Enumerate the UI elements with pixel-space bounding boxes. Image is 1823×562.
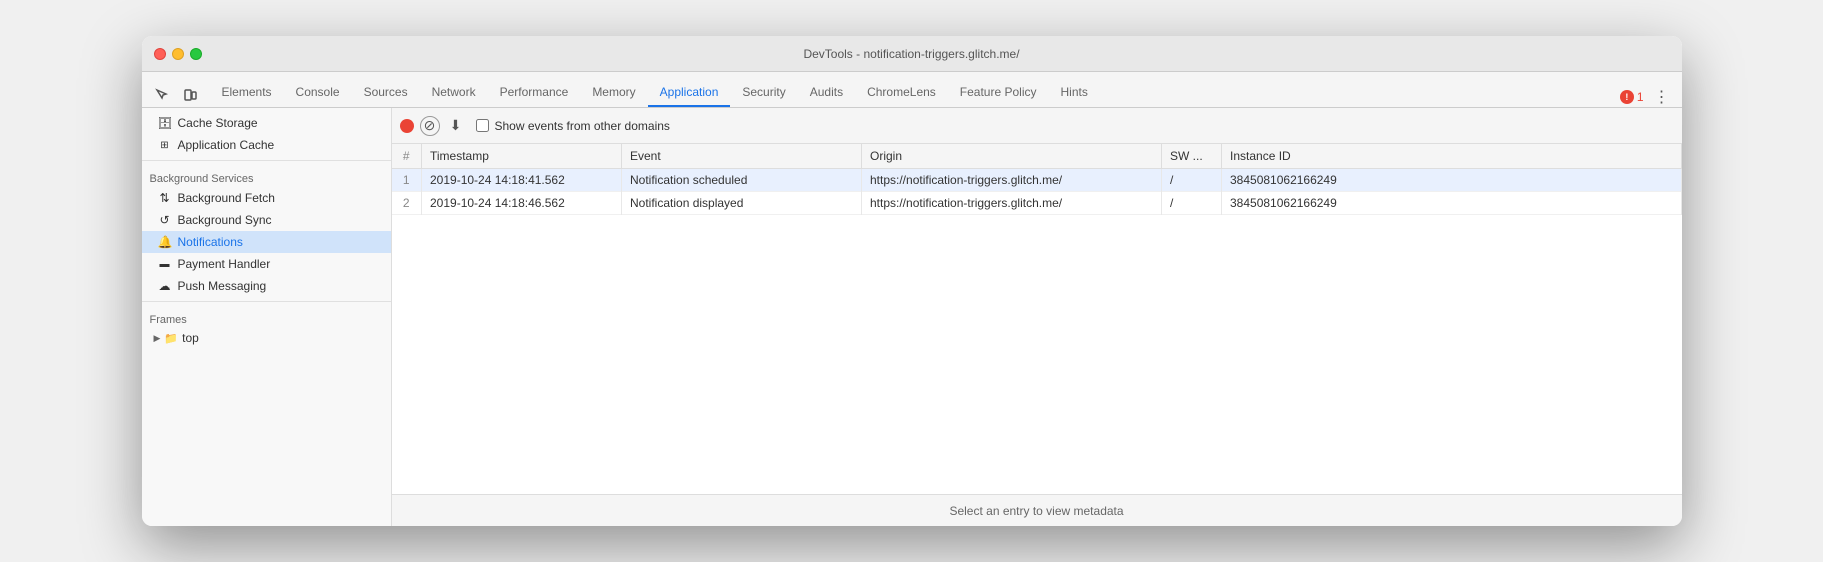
data-table: # Timestamp Event Origin SW ... Instance… <box>392 144 1682 215</box>
device-toolbar-icon[interactable] <box>178 83 202 107</box>
table-row[interactable]: 2 2019-10-24 14:18:46.562 Notification d… <box>392 192 1682 215</box>
cell-origin-2: https://notification-triggers.glitch.me/ <box>862 192 1162 215</box>
tab-audits[interactable]: Audits <box>798 79 855 107</box>
col-header-instance-id[interactable]: Instance ID <box>1222 144 1682 169</box>
devtools-window: DevTools - notification-triggers.glitch.… <box>142 36 1682 526</box>
divider-2 <box>142 301 391 302</box>
window-title: DevTools - notification-triggers.glitch.… <box>803 47 1019 61</box>
content-toolbar: ⊘ ⬇ Show events from other domains <box>392 108 1682 144</box>
frames-label: top <box>182 331 199 345</box>
cell-sw-2: / <box>1162 192 1222 215</box>
sidebar-label-background-fetch: Background Fetch <box>178 191 275 205</box>
titlebar: DevTools - notification-triggers.glitch.… <box>142 36 1682 72</box>
cell-instance-2: 3845081062166249 <box>1222 192 1682 215</box>
col-header-num: # <box>392 144 422 169</box>
sidebar-item-cache-storage[interactable]: 🗄 Cache Storage <box>142 112 391 134</box>
cell-sw-1: / <box>1162 169 1222 192</box>
traffic-lights <box>154 48 202 60</box>
tab-elements[interactable]: Elements <box>210 79 284 107</box>
status-bar: Select an entry to view metadata <box>392 494 1682 526</box>
cell-num-1: 1 <box>392 169 422 192</box>
notifications-icon: 🔔 <box>158 235 172 249</box>
tab-application[interactable]: Application <box>648 79 731 107</box>
sidebar-label-push-messaging: Push Messaging <box>178 279 267 293</box>
tab-performance[interactable]: Performance <box>488 79 581 107</box>
cell-event-2: Notification displayed <box>622 192 862 215</box>
sidebar-item-background-fetch[interactable]: ⇅ Background Fetch <box>142 187 391 209</box>
bg-services-section: Background Services <box>142 165 391 187</box>
payment-handler-icon: ▬ <box>158 259 172 270</box>
minimize-button[interactable] <box>172 48 184 60</box>
background-fetch-icon: ⇅ <box>158 191 172 205</box>
maximize-button[interactable] <box>190 48 202 60</box>
sidebar-item-application-cache[interactable]: ⊞ Application Cache <box>142 134 391 156</box>
col-header-event[interactable]: Event <box>622 144 862 169</box>
frames-section: Frames <box>142 306 391 328</box>
download-button[interactable]: ⬇ <box>446 116 466 136</box>
show-events-checkbox-area: Show events from other domains <box>476 119 670 133</box>
tab-hints[interactable]: Hints <box>1049 79 1100 107</box>
push-messaging-icon: ☁ <box>158 279 172 293</box>
table-row[interactable]: 1 2019-10-24 14:18:41.562 Notification s… <box>392 169 1682 192</box>
cell-instance-1: 3845081062166249 <box>1222 169 1682 192</box>
tab-network[interactable]: Network <box>420 79 488 107</box>
tab-memory[interactable]: Memory <box>580 79 647 107</box>
tab-console[interactable]: Console <box>284 79 352 107</box>
sidebar: 🗄 Cache Storage ⊞ Application Cache Back… <box>142 108 392 526</box>
cell-num-2: 2 <box>392 192 422 215</box>
error-badge: ! 1 <box>1620 90 1644 104</box>
show-events-checkbox[interactable] <box>476 119 489 132</box>
cell-event-1: Notification scheduled <box>622 169 862 192</box>
sidebar-item-top-frame[interactable]: ▶ 📁 top <box>142 328 391 348</box>
sidebar-item-notifications[interactable]: 🔔 Notifications <box>142 231 391 253</box>
table-header-row: # Timestamp Event Origin SW ... Instance… <box>392 144 1682 169</box>
col-header-timestamp[interactable]: Timestamp <box>422 144 622 169</box>
divider-1 <box>142 160 391 161</box>
cell-timestamp-1: 2019-10-24 14:18:41.562 <box>422 169 622 192</box>
sidebar-item-payment-handler[interactable]: ▬ Payment Handler <box>142 253 391 275</box>
clear-button[interactable]: ⊘ <box>420 116 440 136</box>
error-count: 1 <box>1637 90 1644 104</box>
content-panel: ⊘ ⬇ Show events from other domains # Tim… <box>392 108 1682 526</box>
sidebar-item-push-messaging[interactable]: ☁ Push Messaging <box>142 275 391 297</box>
sidebar-item-background-sync[interactable]: ↺ Background Sync <box>142 209 391 231</box>
cell-timestamp-2: 2019-10-24 14:18:46.562 <box>422 192 622 215</box>
frame-folder-icon: 📁 <box>164 332 178 345</box>
sidebar-label-payment-handler: Payment Handler <box>178 257 271 271</box>
notifications-table: # Timestamp Event Origin SW ... Instance… <box>392 144 1682 494</box>
background-sync-icon: ↺ <box>158 213 172 227</box>
tab-chromelens[interactable]: ChromeLens <box>855 79 948 107</box>
sidebar-label-application-cache: Application Cache <box>178 138 275 152</box>
application-cache-icon: ⊞ <box>158 140 172 151</box>
show-events-label[interactable]: Show events from other domains <box>495 119 670 133</box>
col-header-sw[interactable]: SW ... <box>1162 144 1222 169</box>
cache-storage-icon: 🗄 <box>158 116 172 130</box>
sidebar-label-background-sync: Background Sync <box>178 213 272 227</box>
record-button[interactable] <box>400 119 414 133</box>
tab-security[interactable]: Security <box>730 79 797 107</box>
devtools-tabs: Elements Console Sources Network Perform… <box>142 72 1682 108</box>
tab-feature-policy[interactable]: Feature Policy <box>948 79 1049 107</box>
cell-origin-1: https://notification-triggers.glitch.me/ <box>862 169 1162 192</box>
sidebar-label-cache-storage: Cache Storage <box>178 116 258 130</box>
main-area: 🗄 Cache Storage ⊞ Application Cache Back… <box>142 108 1682 526</box>
error-icon: ! <box>1620 90 1634 104</box>
inspect-icon[interactable] <box>150 83 174 107</box>
expand-icon: ▶ <box>154 333 161 344</box>
toolbar-right: ! 1 ⋮ <box>1620 87 1674 107</box>
close-button[interactable] <box>154 48 166 60</box>
sidebar-label-notifications: Notifications <box>178 235 243 249</box>
col-header-origin[interactable]: Origin <box>862 144 1162 169</box>
more-options-icon[interactable]: ⋮ <box>1650 87 1674 107</box>
tab-sources[interactable]: Sources <box>352 79 420 107</box>
status-message: Select an entry to view metadata <box>949 504 1123 518</box>
